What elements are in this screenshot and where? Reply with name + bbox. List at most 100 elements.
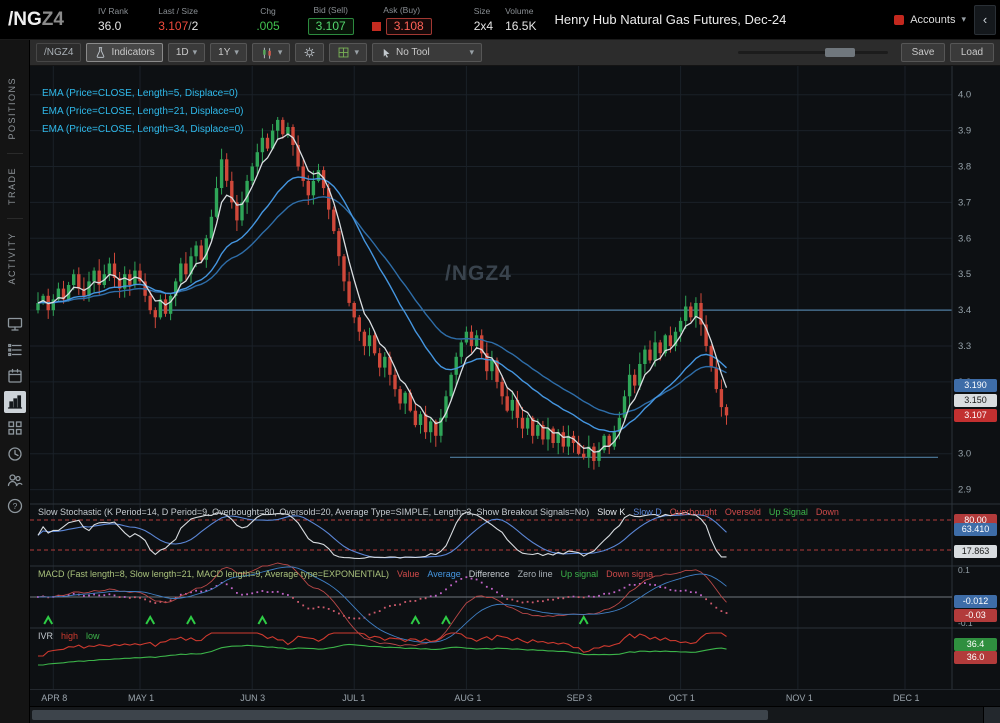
ema-study-label[interactable]: EMA (Price=CLOSE, Length=5, Displace=0) (42, 88, 238, 99)
ask-button[interactable]: 3.108 (386, 18, 432, 35)
chevron-down-icon: ▾ (234, 47, 239, 58)
legend-item: low (86, 631, 100, 641)
chart-symbol-tab[interactable]: /NGZ4 (36, 43, 81, 62)
zoom-slider-thumb[interactable] (825, 48, 855, 57)
date-tick-label: JUN 3 (240, 693, 265, 703)
candlestick-icon (260, 46, 274, 60)
axis-price-bubble: 3.107 (954, 409, 997, 422)
indicators-label: Indicators (111, 47, 154, 58)
legend-item: Overbought (670, 507, 717, 517)
date-tick-label: APR 8 (41, 693, 67, 703)
collapse-panel-button[interactable]: ‹ (974, 5, 996, 35)
alert-badge (894, 15, 904, 25)
size-label: Size (474, 6, 493, 16)
legend-item: Average (427, 569, 460, 579)
date-tick-label: DEC 1 (893, 693, 920, 703)
clock-icon[interactable] (4, 443, 26, 465)
svg-text:3.6: 3.6 (958, 233, 971, 244)
svg-text:0.1: 0.1 (958, 565, 970, 575)
axis-price-bubble: 63.410 (954, 523, 997, 536)
ivr-header: IVRhighlow (38, 631, 948, 641)
symbol-display: /NGZ4 (8, 9, 90, 31)
change-label: Chg (260, 6, 276, 16)
symbol-suffix-text: Z4 (42, 9, 64, 31)
help-icon[interactable]: ? (4, 495, 26, 517)
calendar-icon[interactable] (4, 365, 26, 387)
change-field: Chg .005 (256, 6, 279, 33)
range-dropdown[interactable]: 1Y▾ (210, 43, 247, 62)
chart-icon[interactable] (4, 391, 26, 413)
symbol-text: /NG (8, 9, 42, 31)
date-tick-label: JUL 1 (342, 693, 365, 703)
grid-icon[interactable] (4, 417, 26, 439)
drawing-tool-dropdown[interactable]: No Tool ▾ (372, 43, 482, 62)
volume-value: 16.5K (505, 19, 536, 33)
contract-title: Henry Hub Natural Gas Futures, Dec-24 (554, 12, 786, 27)
bid-button[interactable]: 3.107 (308, 18, 354, 35)
aggregation-dropdown[interactable]: 1D ▾ (168, 43, 205, 62)
left-sidebar: POSITIONSTRADEACTIVITY ? (0, 40, 30, 723)
last-size-field: Last / Size 3.107/2 (158, 6, 198, 33)
accounts-menu[interactable]: Accounts ▾ (886, 14, 974, 26)
svg-text:3.9: 3.9 (958, 126, 971, 137)
flask-icon (94, 46, 107, 59)
volume-label: Volume (505, 6, 536, 16)
legend-item: Value (397, 569, 419, 579)
sidebar-tab-activity[interactable]: ACTIVITY (7, 219, 17, 298)
sidebar-icons: ? (4, 311, 26, 519)
sidebar-tabs: POSITIONSTRADEACTIVITY (7, 64, 23, 297)
horizontal-scrollbar[interactable] (30, 706, 1000, 723)
svg-text:3.7: 3.7 (958, 197, 971, 208)
ema-study-label[interactable]: EMA (Price=CLOSE, Length=21, Displace=0) (42, 106, 244, 117)
ema-study-label[interactable]: EMA (Price=CLOSE, Length=34, Displace=0) (42, 124, 244, 135)
date-tick-label: AUG 1 (454, 693, 481, 703)
chevron-down-icon: ▾ (193, 47, 198, 58)
legend-item: Up Signal (769, 507, 808, 517)
zoom-slider[interactable] (738, 43, 888, 62)
sidebar-tab-positions[interactable]: POSITIONS (7, 64, 17, 153)
iv-rank-label: IV Rank (98, 6, 128, 16)
legend-item: Zero line (518, 569, 553, 579)
chevron-down-icon: ▾ (354, 47, 359, 58)
accounts-label: Accounts (910, 14, 955, 26)
alert-flag-icon (372, 22, 381, 31)
svg-text:4.0: 4.0 (958, 90, 971, 101)
time-axis[interactable]: APR 8MAY 1JUN 3JUL 1AUG 1SEP 3OCT 1NOV 1… (30, 689, 1000, 706)
chart-style-dropdown[interactable]: ▾ (252, 43, 291, 62)
legend-item: Slow D (633, 507, 662, 517)
date-tick-label: NOV 1 (786, 693, 813, 703)
svg-text:?: ? (12, 501, 17, 511)
scrollbar-thumb[interactable] (32, 710, 768, 720)
list-icon[interactable] (4, 339, 26, 361)
change-value: .005 (256, 19, 279, 33)
gear-icon (303, 46, 316, 59)
aggregation-value: 1D (176, 47, 189, 58)
load-button[interactable]: Load (950, 43, 994, 62)
monitor-icon[interactable] (4, 313, 26, 335)
chart-settings-button[interactable] (295, 43, 324, 62)
cursor-icon (380, 47, 392, 59)
chart-canvas[interactable]: 4.03.93.83.73.63.53.43.33.23.13.02.90.1-… (30, 66, 1000, 689)
chart-region[interactable]: 4.03.93.83.73.63.53.43.33.23.13.02.90.1-… (30, 66, 1000, 689)
scrollbar-corner (983, 707, 1000, 723)
drawing-tool-value: No Tool (396, 47, 430, 58)
last-size-label: Last / Size (158, 6, 198, 16)
indicators-button[interactable]: Indicators (86, 43, 162, 62)
iv-rank-value: 36.0 (98, 19, 128, 33)
macd-header: MACD (Fast length=8, Slow length=21, MAC… (38, 569, 948, 579)
axis-price-bubble: 36.4 (954, 638, 997, 651)
svg-text:3.3: 3.3 (958, 341, 971, 352)
last-price: 3.107 (158, 19, 188, 33)
users-icon[interactable] (4, 469, 26, 491)
legend-item: Down (816, 507, 839, 517)
sidebar-tab-trade[interactable]: TRADE (7, 154, 17, 218)
date-tick-label: MAY 1 (128, 693, 154, 703)
topbar: /NGZ4 IV Rank 36.0 Last / Size 3.107/2 C… (0, 0, 1000, 40)
layout-grid-dropdown[interactable]: ▾ (329, 43, 367, 62)
axis-price-bubble: 36.0 (954, 651, 997, 664)
legend-item: Difference (469, 569, 510, 579)
grid-layout-icon (337, 46, 350, 59)
axis-price-bubble: 17.863 (954, 545, 997, 558)
ask-label: Ask (Buy) (383, 5, 420, 15)
save-button[interactable]: Save (901, 43, 945, 62)
